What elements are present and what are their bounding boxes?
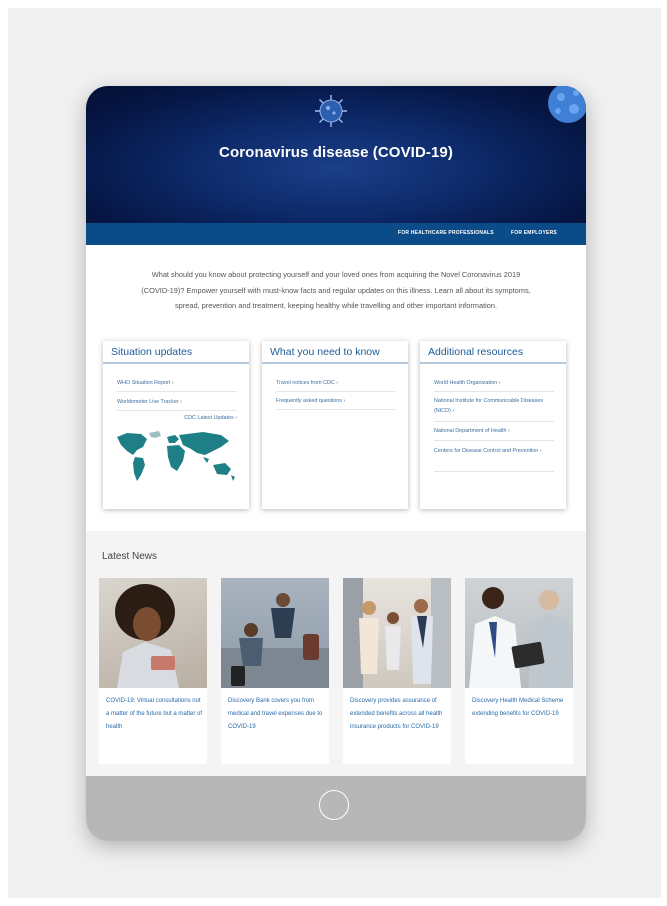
- link-who-situation-report[interactable]: WHO Situation Report ›: [117, 379, 235, 389]
- card-title: Additional resources: [428, 346, 524, 358]
- world-map-image: [117, 431, 235, 481]
- nav-link-healthcare[interactable]: FOR HEALTHCARE PROFESSIONALS: [398, 230, 494, 236]
- link-nicd[interactable]: National Institute for Communicable Dise…: [434, 397, 552, 416]
- intro-text: What should you know about protecting yo…: [92, 267, 580, 314]
- news-image: [465, 578, 573, 688]
- link-cdc-latest[interactable]: CDC Latest Updates ›: [113, 414, 237, 424]
- virus-icon: [315, 95, 347, 127]
- virus-icon: [548, 86, 586, 123]
- link-who[interactable]: World Health Organization ›: [434, 379, 552, 389]
- divider: [262, 362, 408, 364]
- divider: [434, 421, 554, 422]
- news-card[interactable]: Discovery Bank covers you from medical a…: [221, 578, 329, 764]
- page-title: Coronavirus disease (COVID-19): [219, 144, 453, 161]
- news-card[interactable]: Discovery provides assurance of extended…: [343, 578, 451, 764]
- device-home-bar: [86, 776, 586, 841]
- intro-line: spread, prevention and treatment, keepin…: [174, 301, 498, 310]
- intro-line: What should you know about protecting yo…: [151, 270, 521, 279]
- card-title: What you need to know: [270, 346, 380, 358]
- nav-link-employers[interactable]: FOR EMPLOYERS: [511, 230, 557, 236]
- card-additional-resources: Additional resources World Health Organi…: [420, 341, 566, 509]
- divider: [103, 362, 249, 364]
- link-faq[interactable]: Frequently asked questions ›: [276, 397, 394, 407]
- hero-banner: Coronavirus disease (COVID-19): [86, 86, 586, 223]
- divider: [434, 391, 554, 392]
- divider: [434, 471, 554, 472]
- link-travel-notices[interactable]: Travel notices from CDC ›: [276, 379, 394, 389]
- news-image: [99, 578, 207, 688]
- top-nav: FOR HEALTHCARE PROFESSIONALS FOR EMPLOYE…: [86, 223, 586, 245]
- news-title: Discovery provides assurance of extended…: [350, 698, 443, 730]
- page-background: Coronavirus disease (COVID-19) FOR HEALT…: [8, 8, 661, 898]
- divider: [276, 409, 396, 410]
- news-title: Discovery Bank covers you from medical a…: [228, 698, 323, 730]
- card-title: Situation updates: [111, 346, 193, 358]
- tablet-device: Coronavirus disease (COVID-19) FOR HEALT…: [86, 86, 586, 841]
- divider: [420, 362, 566, 364]
- home-button[interactable]: [319, 790, 349, 820]
- divider: [434, 440, 554, 441]
- link-cdc[interactable]: Centers for Disease Control and Preventi…: [434, 447, 552, 457]
- divider: [117, 391, 237, 392]
- card-situation-updates: Situation updates WHO Situation Report ›…: [103, 341, 249, 509]
- link-worldometer[interactable]: Worldometer Live Tracker ›: [117, 398, 235, 408]
- news-image: [221, 578, 329, 688]
- link-national-department-of-health[interactable]: National Department of Health ›: [434, 427, 552, 437]
- news-image: [343, 578, 451, 688]
- divider: [117, 410, 237, 411]
- news-title: COVID-19: Virtual consultations not a ma…: [106, 698, 203, 730]
- card-what-you-need-to-know: What you need to know Travel notices fro…: [262, 341, 408, 509]
- news-card[interactable]: Discovery Health Medical Scheme extendin…: [465, 578, 573, 764]
- intro-line: (COVID-19)? Empower yourself with must-k…: [141, 285, 531, 295]
- news-heading: Latest News: [102, 551, 158, 562]
- news-card[interactable]: COVID-19: Virtual consultations not a ma…: [99, 578, 207, 764]
- divider: [276, 391, 396, 392]
- news-title: Discovery Health Medical Scheme extendin…: [472, 698, 564, 717]
